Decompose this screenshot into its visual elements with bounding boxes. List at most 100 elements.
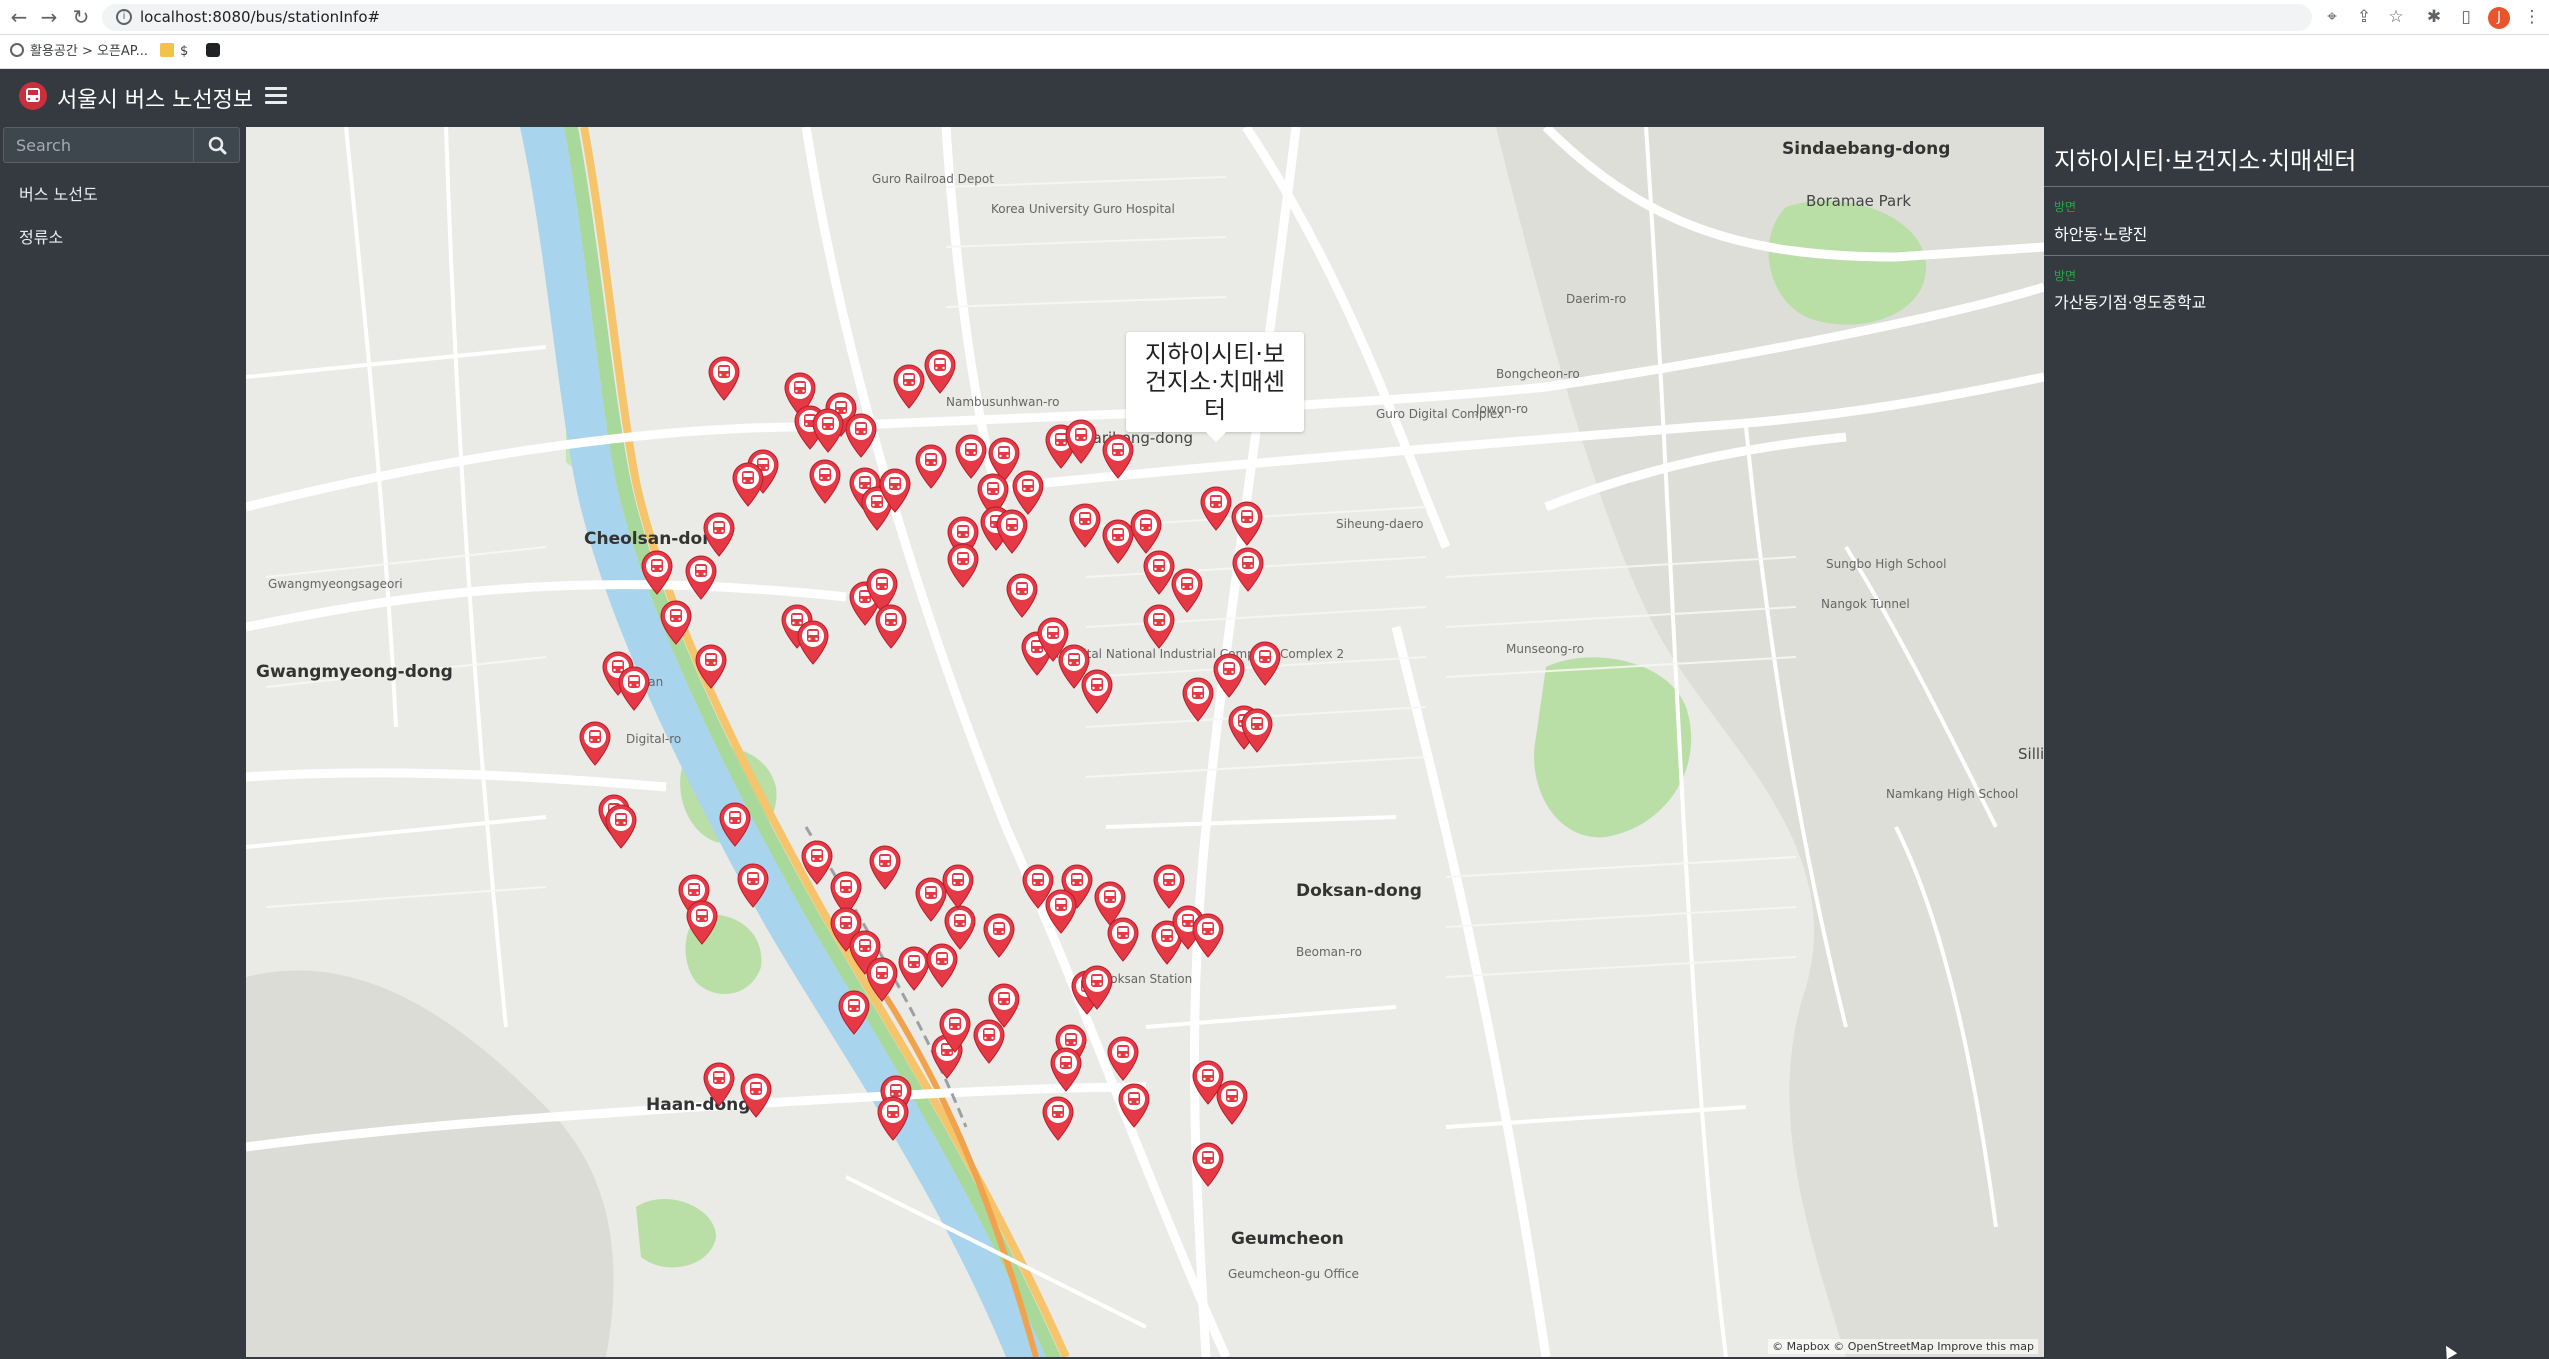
bus-station-marker-icon[interactable] <box>718 801 752 848</box>
bus-station-marker-icon[interactable] <box>707 355 741 401</box>
reload-icon[interactable]: ↻ <box>68 4 94 30</box>
bus-station-marker-icon[interactable] <box>1117 1082 1151 1128</box>
bus-station-marker-icon[interactable] <box>1152 863 1186 910</box>
bus-station-marker-icon[interactable] <box>684 554 718 600</box>
url-text[interactable]: localhost:8080/bus/stationInfo# <box>140 8 380 26</box>
bus-station-marker-icon[interactable] <box>1191 1141 1225 1187</box>
bus-station-marker-icon[interactable] <box>938 1007 972 1053</box>
bus-station-marker-icon[interactable] <box>736 862 770 908</box>
bus-station-marker-icon[interactable] <box>685 899 719 946</box>
back-icon[interactable]: ← <box>6 4 32 30</box>
bus-station-marker-icon[interactable] <box>1191 912 1225 959</box>
map-label: Gwangmyeong-dong <box>256 662 453 682</box>
bus-station-marker-icon[interactable] <box>617 665 651 711</box>
divider <box>2044 255 2549 256</box>
bookmark-item[interactable] <box>206 43 226 61</box>
bus-station-marker-icon[interactable] <box>796 619 830 665</box>
bus-station-marker-icon[interactable] <box>1181 676 1215 722</box>
bus-station-marker-icon[interactable] <box>876 1095 910 1141</box>
bus-station-marker-icon[interactable] <box>1106 1035 1140 1081</box>
bus-station-marker-icon[interactable] <box>987 982 1021 1029</box>
bus-station-marker-icon[interactable] <box>1101 433 1135 479</box>
bus-station-marker-icon[interactable] <box>604 803 638 849</box>
bus-station-marker-icon[interactable] <box>892 363 926 409</box>
bus-station-marker-icon[interactable] <box>1080 668 1114 714</box>
bus-station-marker-icon[interactable] <box>982 912 1016 959</box>
station-popup[interactable]: 지하이시티·보건지소·치매센터 <box>1126 332 1304 442</box>
bus-station-marker-icon[interactable] <box>1049 1046 1083 1092</box>
bus-station-marker-icon[interactable] <box>808 458 842 504</box>
bookmark-item[interactable]: 활용공간 > 오픈AP... <box>10 43 148 61</box>
direction-item[interactable]: 하안동·노량진 <box>2054 221 2147 245</box>
bus-station-marker-icon[interactable] <box>837 989 871 1035</box>
direction-item[interactable]: 가산동기점·영도중학교 <box>2054 289 2206 313</box>
hamburger-menu-icon[interactable] <box>265 83 287 107</box>
bus-station-marker-icon[interactable] <box>659 599 693 646</box>
search-button[interactable] <box>193 127 240 163</box>
bus-station-marker-icon[interactable] <box>868 844 902 890</box>
browser-menu-icon[interactable]: ⋮ <box>2520 4 2544 30</box>
bus-station-marker-icon[interactable] <box>1005 572 1039 618</box>
app-navbar: 서울시 버스 노선정보 <box>0 69 2549 127</box>
location-icon[interactable]: ⌖ <box>2320 4 2344 30</box>
map-label: Gwangmyeongsageori <box>268 577 403 591</box>
bookmark-star-icon[interactable]: ☆ <box>2384 4 2408 30</box>
map-label: Boramae Park <box>1806 192 1912 210</box>
bus-station-marker-icon[interactable] <box>578 720 612 766</box>
bus-station-marker-icon[interactable] <box>943 904 977 950</box>
sidebar: 버스 노선도 정류소 <box>0 127 246 1357</box>
forward-icon[interactable]: → <box>36 4 62 30</box>
extensions-icon[interactable]: ✱ <box>2422 4 2446 30</box>
bus-station-marker-icon[interactable] <box>694 643 728 690</box>
sidebar-item-stations[interactable]: 정류소 <box>19 224 63 248</box>
bus-station-marker-icon[interactable] <box>731 461 765 507</box>
station-info-panel: 지하이시티·보건지소·치매센터 방면 하안동·노량진 방면 가산동기점·영도중학… <box>2044 127 2549 1357</box>
bus-station-marker-icon[interactable] <box>1230 500 1264 546</box>
site-info-icon[interactable]: i <box>116 9 132 25</box>
bus-station-marker-icon[interactable] <box>1064 418 1098 465</box>
bus-station-marker-icon[interactable] <box>844 412 878 458</box>
bus-station-marker-icon[interactable] <box>1231 546 1265 592</box>
bus-station-marker-icon[interactable] <box>1142 603 1176 649</box>
bus-station-marker-icon[interactable] <box>1044 888 1078 934</box>
bus-station-marker-icon[interactable] <box>1106 916 1140 962</box>
bus-station-marker-icon[interactable] <box>1041 1095 1075 1141</box>
bus-station-marker-icon[interactable] <box>1240 707 1274 753</box>
map-label: Geumcheon-gu Office <box>1228 1267 1359 1281</box>
bus-station-marker-icon[interactable] <box>739 1072 773 1118</box>
map-canvas[interactable]: Cheolsan-dong Gwangmyeong-dong Haan-dong… <box>246 127 2044 1357</box>
bus-station-marker-icon[interactable] <box>702 511 736 558</box>
share-icon[interactable]: ⇪ <box>2352 4 2376 30</box>
bus-station-marker-icon[interactable] <box>914 443 948 489</box>
map-label: Doksan Station <box>1101 972 1193 986</box>
bus-station-marker-icon[interactable] <box>1129 508 1163 554</box>
bus-station-marker-icon[interactable] <box>1199 485 1233 531</box>
bus-station-marker-icon[interactable] <box>811 407 845 453</box>
bus-station-marker-icon[interactable] <box>995 508 1029 554</box>
sidepanel-icon[interactable]: ▯ <box>2454 4 2478 30</box>
bus-station-marker-icon[interactable] <box>946 542 980 589</box>
profile-avatar[interactable]: J <box>2488 7 2510 29</box>
bus-station-marker-icon[interactable] <box>878 467 912 514</box>
bus-station-marker-icon[interactable] <box>941 863 975 910</box>
map-label: Doksan-dong <box>1296 881 1422 901</box>
map-label: Nambusunhwan-ro <box>946 395 1060 409</box>
bus-station-marker-icon[interactable] <box>1215 1079 1249 1125</box>
search-input[interactable] <box>3 127 193 163</box>
sidebar-search <box>3 127 240 163</box>
bus-station-marker-icon[interactable] <box>874 603 908 649</box>
bus-station-marker-icon[interactable] <box>1068 502 1102 548</box>
bus-station-marker-icon[interactable] <box>923 348 957 395</box>
bookmark-item[interactable]: $ <box>160 43 188 61</box>
brand-title[interactable]: 서울시 버스 노선정보 <box>57 82 253 114</box>
sidebar-item-bus-routes[interactable]: 버스 노선도 <box>19 181 98 205</box>
bus-station-marker-icon[interactable] <box>1080 964 1114 1011</box>
bus-station-marker-icon[interactable] <box>702 1061 736 1107</box>
browser-toolbar: ← → ↻ i localhost:8080/bus/stationInfo# … <box>0 0 2549 35</box>
bus-logo-icon <box>19 82 47 110</box>
bus-station-marker-icon[interactable] <box>1248 640 1282 686</box>
address-bar[interactable]: i localhost:8080/bus/stationInfo# <box>102 4 2312 31</box>
map-attribution[interactable]: © Mapbox © OpenStreetMap Improve this ma… <box>1768 1339 2038 1354</box>
bus-station-marker-icon[interactable] <box>1212 652 1246 698</box>
bus-station-marker-icon[interactable] <box>640 549 674 595</box>
